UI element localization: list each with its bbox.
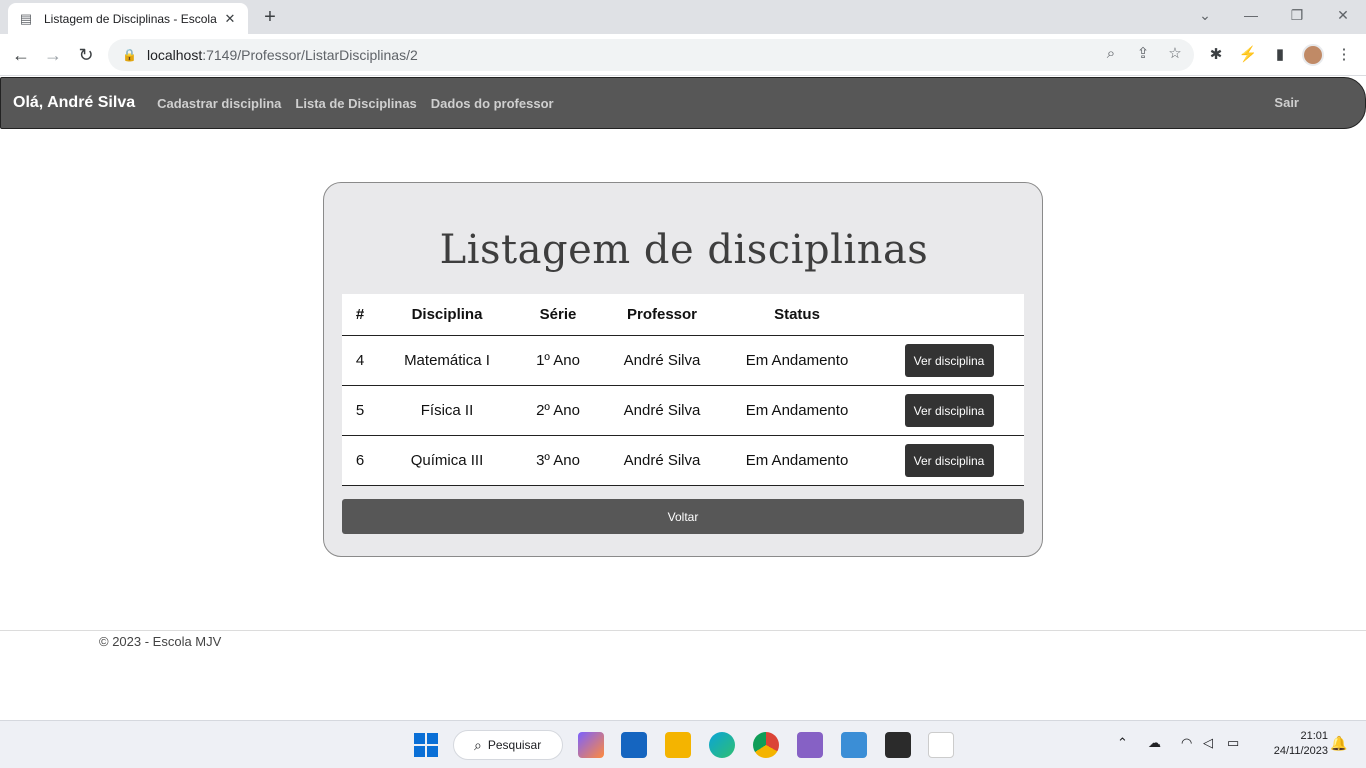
onedrive-icon[interactable]: ☁ [1148,735,1161,751]
column-header-professor: Professor [626,306,698,323]
file-explorer-icon[interactable] [665,732,691,758]
tab-search-icon[interactable]: ⌄ [1182,0,1228,30]
volume-icon[interactable]: ◁ [1203,735,1213,751]
cell-id: 4 [355,352,365,369]
search-icon: ⌕ [474,736,482,753]
footer-copyright: © 2023 - Escola MJV [99,634,222,649]
back-icon[interactable]: ← [8,42,34,68]
cell-status: Em Andamento [745,402,849,419]
cell-id: 6 [355,452,365,469]
address-bar[interactable]: 🔒 localhost:7149/Professor/ListarDiscipl… [108,39,1194,71]
column-header-id: # [355,306,365,323]
voltar-button[interactable]: Voltar [342,499,1024,534]
cell-action: Ver disciplina [904,436,994,485]
reload-icon[interactable]: ↻ [73,42,99,68]
battery-icon[interactable]: ▭ [1227,735,1239,751]
taskbar-search-label: Pesquisar [487,738,542,752]
clock-date: 24/11/2023 [1273,745,1328,757]
url-host: localhost [146,47,203,63]
copilot-icon[interactable] [578,732,604,758]
cell-professor: André Silva [623,402,701,419]
browser-tab[interactable]: ▤ Listagem de Disciplinas - Escola ✕ [8,3,248,34]
taskbar: ⌕ Pesquisar ⌃ ☁ ◠ ◁ ▭ 21:01 24/11/2023 🔔 [0,720,1366,768]
table-row: 5 Física II 2º Ano André Silva Em Andame… [342,386,1024,436]
ver-disciplina-button[interactable]: Ver disciplina [904,444,994,477]
table-row: 6 Química III 3º Ano André Silva Em Anda… [342,436,1024,486]
side-panel-icon[interactable]: ▮ [1268,43,1292,67]
nav-link-cadastrar-disciplina[interactable]: Cadastrar disciplina [157,96,281,111]
menu-kebab-icon[interactable]: ⋮ [1332,43,1356,67]
cell-disciplina: Matemática I [404,352,490,369]
lock-icon: 🔒 [122,48,137,62]
user-greeting[interactable]: Olá, André Silva [13,94,135,112]
performance-icon[interactable]: ⚡ [1236,43,1260,67]
nav-link-dados-professor[interactable]: Dados do professor [431,96,554,111]
disciplines-card: Listagem de disciplinas # Disciplina Sér… [323,182,1043,557]
browser-tab-strip: ▤ Listagem de Disciplinas - Escola ✕ + ⌄… [0,0,1366,34]
disciplines-table: # Disciplina Série Professor Status 4 Ma… [342,294,1024,486]
url-path: :7149/Professor/ListarDisciplinas/2 [202,47,418,63]
page-title: Listagem de disciplinas [439,227,929,273]
wifi-icon[interactable]: ◠ [1181,735,1192,751]
column-header-serie: Série [539,306,577,323]
store-icon[interactable] [621,732,647,758]
footer-divider [0,630,1366,631]
zoom-icon[interactable]: ⌕ [1099,42,1123,66]
cell-disciplina: Física II [420,402,474,419]
cell-serie: 1º Ano [536,352,580,369]
ver-disciplina-button[interactable]: Ver disciplina [904,394,994,427]
notification-bell-icon[interactable]: 🔔 [1330,735,1347,752]
edge-icon[interactable] [709,732,735,758]
notepad-icon[interactable] [841,732,867,758]
cell-action: Ver disciplina [904,336,994,385]
cell-status: Em Andamento [745,352,849,369]
cell-serie: 2º Ano [536,402,580,419]
cell-status: Em Andamento [745,452,849,469]
ver-disciplina-button[interactable]: Ver disciplina [904,344,994,377]
page-icon: ▤ [19,10,33,26]
site-navbar: Olá, André Silva Cadastrar disciplina Li… [0,77,1366,129]
close-tab-icon[interactable]: ✕ [222,11,238,27]
taskbar-clock[interactable]: 21:01 24/11/2023 [1256,729,1328,759]
tab-title: Listagem de Disciplinas - Escola [44,11,217,26]
column-header-status: Status [774,306,820,323]
minimize-icon[interactable]: — [1228,0,1274,30]
restore-icon[interactable]: ❐ [1274,0,1320,30]
close-window-icon[interactable]: ✕ [1320,0,1366,30]
cell-serie: 3º Ano [536,452,580,469]
nav-link-lista-disciplinas[interactable]: Lista de Disciplinas [295,96,416,111]
cell-disciplina: Química III [410,452,484,469]
chrome-icon[interactable] [753,732,779,758]
cell-professor: André Silva [623,452,701,469]
taskbar-search[interactable]: ⌕ Pesquisar [453,730,563,760]
cell-professor: André Silva [623,352,701,369]
bookmark-star-icon[interactable]: ☆ [1163,42,1187,66]
windows-start-icon[interactable] [414,733,438,757]
column-header-disciplina: Disciplina [411,306,483,323]
table-header-row: # Disciplina Série Professor Status [342,294,1024,336]
logout-link[interactable]: Sair [1274,95,1299,110]
profile-avatar[interactable] [1302,44,1324,66]
cell-action: Ver disciplina [904,386,994,435]
tray-overflow-icon[interactable]: ⌃ [1117,735,1128,751]
visual-studio-icon[interactable] [797,732,823,758]
extensions-icon[interactable]: ✱ [1204,43,1228,67]
forward-icon[interactable]: → [40,42,66,68]
cell-id: 5 [355,402,365,419]
table-row: 4 Matemática I 1º Ano André Silva Em And… [342,336,1024,386]
snipping-tool-icon[interactable] [928,732,954,758]
terminal-icon[interactable] [885,732,911,758]
clock-time: 21:01 [1300,730,1328,742]
browser-toolbar: ← → ↻ 🔒 localhost:7149/Professor/ListarD… [0,34,1366,76]
share-icon[interactable]: ⇪ [1131,42,1155,66]
new-tab-icon[interactable]: + [258,5,282,29]
